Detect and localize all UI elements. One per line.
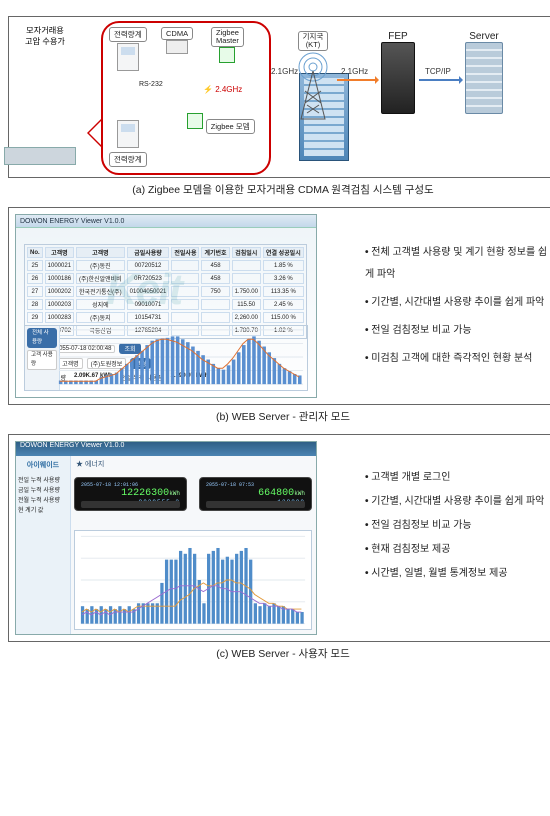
server-rack-icon — [465, 42, 503, 114]
zb-master-label: ZigbeeMaster — [211, 27, 244, 47]
meter-display-right: 2055-07-18 07:53 664800kWh 138800 — [199, 477, 312, 511]
freq-right: 2.1GHz — [341, 67, 368, 76]
admin-bullets: 전체 고객별 사용량 및 계기 현황 정보를 쉽게 파악기간별, 시간대별 사용… — [325, 236, 550, 376]
bullet-item: 전일 검침정보 비교 가능 — [365, 320, 550, 342]
brand-label: 아이웨이드 — [16, 460, 70, 470]
user-bullets: 고객별 개별 로그인기간별, 시간대별 사용량 추이를 쉽게 파악전일 검침정보… — [325, 463, 550, 589]
breadcrumb: ★ 에너지 — [76, 459, 310, 469]
window-titlebar: DOWON ENERGY Viewer V1.0.0 — [16, 442, 316, 456]
user-panel: DOWON ENERGY Viewer V1.0.0 아이웨이드 전일 누적 사… — [8, 434, 550, 642]
caption-c: (c) WEB Server - 사용자 모드 — [8, 646, 550, 661]
base-station-icon: 기지국(KT) — [293, 31, 333, 121]
progress-bar-icon — [81, 501, 180, 508]
meter-icon — [117, 43, 139, 71]
bullet-item: 기간별, 시간대별 사용량 추이를 쉽게 파악 — [365, 493, 550, 511]
bullet-item: 기간별, 시간대별 사용량 추이를 쉽게 파악 — [365, 292, 550, 314]
meter-icon — [117, 120, 139, 148]
meter-bottom-label: 전력량계 — [109, 152, 147, 167]
building-label: 모자거래용고압 수용가 — [11, 25, 79, 47]
admin-screenshot: DOWON ENERGY Viewer V1.0.0 Keit No.고객명고객… — [15, 214, 317, 398]
cdma-modem-icon — [166, 40, 188, 54]
sidebar: 아이웨이드 전일 누적 사용량 금일 누적 사용량 전월 누적 사용량 현 계기… — [16, 456, 71, 634]
chart-tab[interactable]: 전체 사용량 — [27, 328, 57, 348]
tcpip-label: TCP/IP — [425, 67, 451, 76]
fep-server-icon — [381, 42, 415, 114]
bullet-item: 고객별 개별 로그인 — [365, 469, 550, 487]
usage-chart: 전체 사용량 고객 사용량 — [24, 325, 308, 391]
fep-node: FEP — [381, 31, 415, 114]
bullet-item: 현재 검침정보 제공 — [365, 541, 550, 559]
zigbee-rf-icon: ⚡ 2.4GHz — [203, 85, 242, 94]
building-icon — [15, 59, 76, 165]
zigbee-master-icon — [219, 47, 235, 63]
arrow-icon — [337, 79, 377, 81]
server-node: Server — [465, 31, 503, 114]
bullet-item: 전체 고객별 사용량 및 계기 현황 정보를 쉽게 파악 — [365, 242, 550, 286]
admin-panel: DOWON ENERGY Viewer V1.0.0 Keit No.고객명고객… — [8, 207, 550, 405]
meter-top-label: 전력량계 — [109, 27, 147, 42]
chart-tab[interactable]: 고객 사용량 — [27, 350, 57, 370]
rs232-label: RS-232 — [139, 81, 163, 88]
watermark: Keit — [106, 265, 181, 315]
system-diagram: 모자거래용고압 수용가 전력량계 CDMA ZigbeeMaster RS-23… — [8, 16, 550, 178]
usage-chart — [74, 530, 312, 630]
progress-bar-icon — [206, 501, 305, 508]
meter-display-left: 2055-07-18 12:01:06 12226300kWh 0039555.… — [74, 477, 187, 511]
window-titlebar: DOWON ENERGY Viewer V1.0.0 — [16, 215, 316, 228]
callout-bubble: 전력량계 CDMA ZigbeeMaster RS-232 ⚡ 2.4GHz Z… — [101, 21, 271, 175]
user-screenshot: DOWON ENERGY Viewer V1.0.0 아이웨이드 전일 누적 사… — [15, 441, 317, 635]
cdma-label: CDMA — [161, 27, 193, 40]
bullet-item: 미검침 고객에 대한 즉각적인 현황 분석 — [365, 348, 550, 370]
arrow-icon — [419, 79, 461, 81]
side-stats: 전일 누적 사용량 금일 누적 사용량 전월 누적 사용량 현 계기 값 — [18, 476, 68, 516]
zb-modem-label: Zigbee 모뎀 — [206, 119, 255, 134]
zigbee-modem-icon — [187, 113, 203, 129]
caption-b: (b) WEB Server - 관리자 모드 — [8, 409, 550, 424]
bullet-item: 전일 검침정보 비교 가능 — [365, 517, 550, 535]
caption-a: (a) Zigbee 모뎀을 이용한 모자거래용 CDMA 원격검침 시스템 구… — [8, 182, 550, 197]
bullet-item: 시간별, 일별, 월별 통계정보 제공 — [365, 565, 550, 583]
